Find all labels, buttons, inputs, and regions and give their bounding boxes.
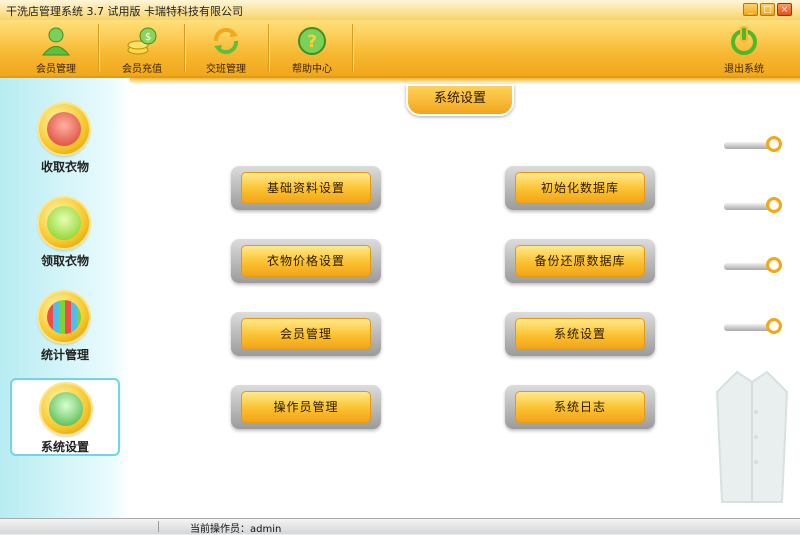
- toolbar-help-center-button[interactable]: ? 帮助中心: [270, 20, 354, 76]
- backup-restore-database-button[interactable]: 备份还原数据库: [505, 239, 655, 283]
- bag-icon: [47, 206, 81, 240]
- toolbar-member-recharge-button[interactable]: $ 会员充值: [100, 20, 184, 76]
- sidebar-item-system-settings[interactable]: 系统设置: [10, 378, 120, 456]
- toolbar-exit-button[interactable]: 退出系统: [702, 20, 786, 76]
- sidebar-item-label: 统计管理: [40, 348, 89, 362]
- shirt-icon: [47, 112, 81, 146]
- toolbar-divider: [98, 24, 99, 72]
- system-log-button[interactable]: 系统日志: [505, 385, 655, 429]
- maximize-button[interactable]: □: [760, 3, 775, 16]
- sidebar-item-pickup-clothes[interactable]: 领取衣物: [10, 194, 120, 272]
- toolbar-item-label: 交班管理: [206, 64, 246, 75]
- initialize-database-button[interactable]: 初始化数据库: [505, 166, 655, 210]
- title-bar: 干洗店管理系统 3.7 试用版 卡瑞特科技有限公司 _ □ ×: [0, 0, 800, 21]
- power-icon: [731, 26, 757, 55]
- refresh-icon: [213, 27, 239, 55]
- window-title: 干洗店管理系统 3.7 试用版 卡瑞特科技有限公司: [6, 5, 243, 18]
- toolbar: 会员管理 $ 会员充值 交班管理 ? 帮助中心 退出系统: [0, 20, 800, 78]
- panel-title: 系统设置: [433, 91, 486, 106]
- toolbar-shift-management-button[interactable]: 交班管理: [184, 20, 268, 76]
- main-area: 收取衣物 领取衣物 统计管理 系统设置 基础资料设置 衣物价格设置 会员管理 操…: [0, 78, 800, 518]
- coat-watermark-icon: [715, 370, 789, 503]
- toolbar-divider: [268, 24, 269, 72]
- sidebar-item-receive-clothes[interactable]: 收取衣物: [10, 100, 120, 178]
- system-settings-button[interactable]: 系统设置: [505, 312, 655, 356]
- binder-ring-decoration: [724, 257, 786, 275]
- binder-ring-decoration: [724, 318, 786, 336]
- binder-ring-decoration: [724, 136, 786, 154]
- sidebar-item-label: 领取衣物: [40, 254, 89, 268]
- member-management-button[interactable]: 会员管理: [231, 312, 381, 356]
- toolbar-item-label: 会员充值: [122, 64, 162, 75]
- svg-text:$: $: [145, 32, 151, 43]
- toolbar-item-label: 会员管理: [36, 64, 76, 75]
- sidebar: 收取衣物 领取衣物 统计管理 系统设置: [0, 78, 130, 518]
- panel-title-tab: 系统设置: [406, 84, 514, 116]
- sidebar-item-label: 系统设置: [40, 440, 89, 454]
- sidebar-item-statistics[interactable]: 统计管理: [10, 288, 120, 366]
- toolbar-member-management-button[interactable]: 会员管理: [14, 20, 98, 76]
- binder-ring-decoration: [724, 197, 786, 215]
- svg-text:?: ?: [307, 32, 317, 52]
- toolbar-item-label: 帮助中心: [292, 64, 332, 75]
- money-icon: $: [127, 27, 157, 55]
- toolbar-item-label: 退出系统: [724, 64, 764, 75]
- help-icon: ?: [298, 27, 326, 55]
- member-icon: [41, 27, 71, 56]
- system-monitor-icon: [49, 392, 83, 426]
- stats-icon: [47, 300, 81, 334]
- basic-data-settings-button[interactable]: 基础资料设置: [231, 166, 381, 210]
- status-bar: 当前操作员：admin: [0, 518, 800, 535]
- minimize-button[interactable]: _: [743, 3, 758, 16]
- operator-management-button[interactable]: 操作员管理: [231, 385, 381, 429]
- toolbar-divider: [352, 24, 353, 72]
- clothes-price-settings-button[interactable]: 衣物价格设置: [231, 239, 381, 283]
- close-button[interactable]: ×: [777, 3, 792, 16]
- sidebar-item-label: 收取衣物: [40, 160, 89, 174]
